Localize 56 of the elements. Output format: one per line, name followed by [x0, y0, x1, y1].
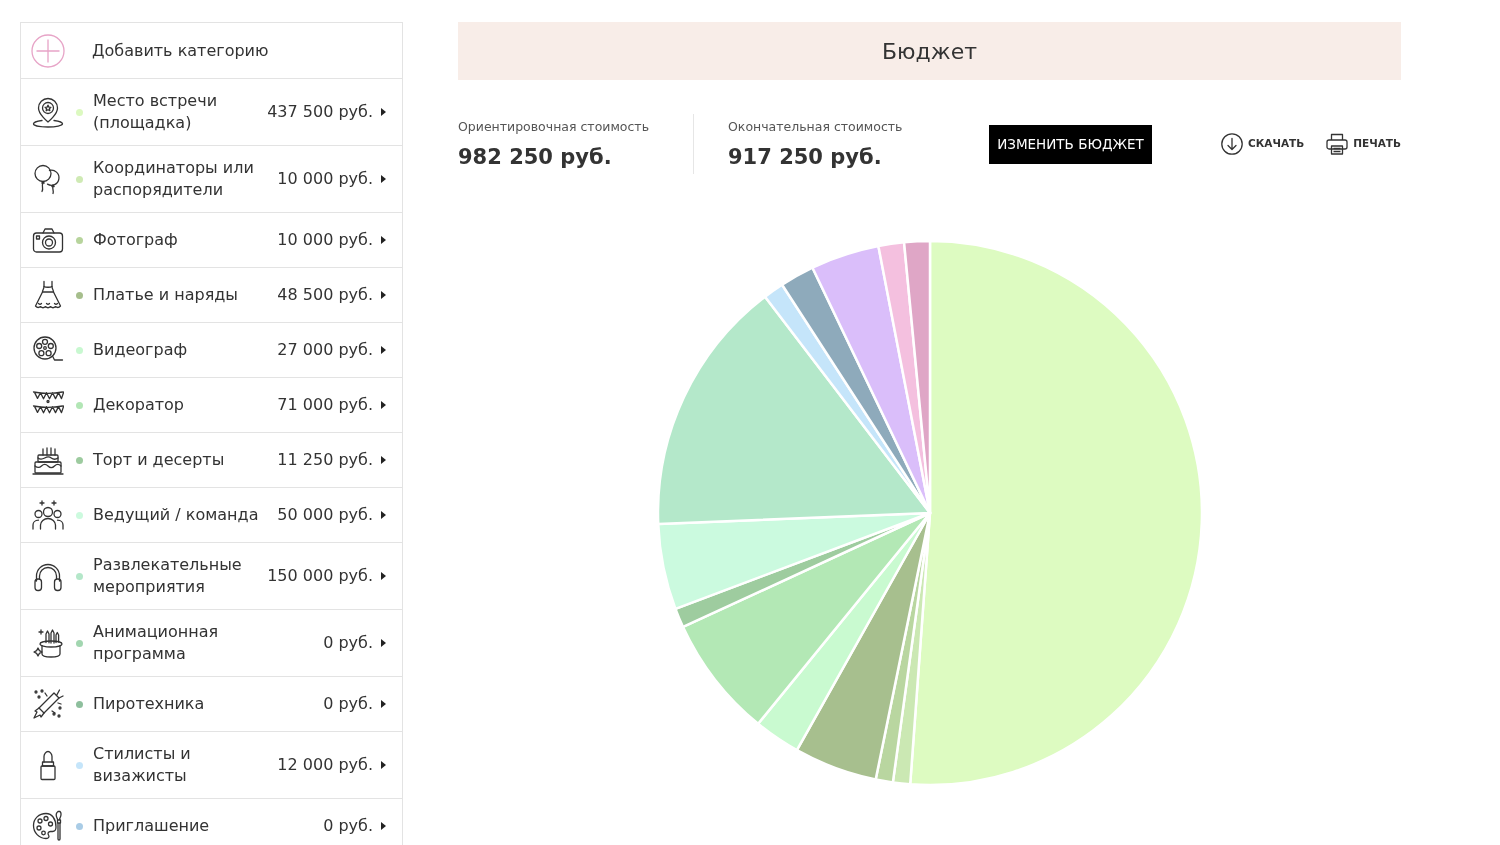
caret-icon	[381, 291, 386, 299]
category-amount: 71 000 руб.	[277, 394, 373, 416]
category-name: Декоратор	[93, 394, 186, 416]
category-amount: 10 000 руб.	[277, 168, 373, 190]
caret-icon	[381, 700, 386, 708]
people-group-icon	[32, 499, 64, 531]
cost-value: 982 250 руб.	[458, 144, 613, 170]
cost-label: Ориентировочная стоимость	[458, 118, 650, 135]
category-name: Место встречи (площадка)	[93, 90, 219, 134]
category-name: Стилисты и визажисты	[93, 743, 192, 787]
download-icon	[1221, 133, 1244, 155]
cost-label: Окончательная стоимость	[728, 118, 904, 135]
caret-icon	[381, 639, 386, 647]
palette-icon	[32, 810, 64, 842]
download-button[interactable]: СКАЧАТЬ	[1221, 133, 1305, 155]
caret-icon	[381, 236, 386, 244]
edit-budget-button[interactable]: ИЗМЕНИТЬ БЮДЖЕТ	[989, 124, 1153, 164]
category-amount: 0 руб.	[323, 815, 373, 837]
category-amount: 0 руб.	[323, 632, 373, 654]
printer-icon	[1326, 133, 1349, 155]
caret-icon	[381, 175, 386, 183]
caret-icon	[381, 108, 386, 116]
category-name: Анимационная программа	[93, 621, 220, 665]
category-amount: 48 500 руб.	[277, 284, 373, 306]
caret-icon	[381, 572, 386, 580]
category-name: Координаторы или распорядители	[93, 157, 255, 201]
caret-icon	[381, 761, 386, 769]
caret-icon	[381, 511, 386, 519]
caret-icon	[381, 456, 386, 464]
cost-value: 917 250 руб.	[728, 144, 883, 170]
category-name: Приглашение	[93, 815, 211, 837]
category-amount: 50 000 руб.	[277, 504, 373, 526]
category-amount: 0 руб.	[323, 693, 373, 715]
category-name: Торт и десерты	[93, 449, 226, 471]
category-amount: 150 000 руб.	[267, 565, 373, 587]
location-pin-icon	[32, 96, 64, 128]
category-amount: 12 000 руб.	[277, 754, 373, 776]
caret-icon	[381, 822, 386, 830]
category-amount: 10 000 руб.	[277, 229, 373, 251]
firework-icon	[32, 688, 64, 720]
page-title: Бюджет	[882, 37, 977, 66]
category-name: Фотограф	[93, 229, 179, 251]
category-name: Пиротехника	[93, 693, 206, 715]
category-amount: 27 000 руб.	[277, 339, 373, 361]
print-button[interactable]: ПЕЧАТЬ	[1326, 133, 1401, 155]
category-name: Видеограф	[93, 339, 189, 361]
magic-hat-icon	[32, 627, 64, 659]
category-amount: 437 500 руб.	[267, 101, 373, 123]
plus-circle-icon	[31, 33, 65, 68]
category-name: Ведущий / команда	[93, 504, 260, 526]
dress-icon	[32, 279, 64, 311]
category-amount: 11 250 руб.	[277, 449, 373, 471]
caret-icon	[381, 346, 386, 354]
category-name: Развлекательные мероприятия	[93, 554, 243, 598]
category-name: Платье и наряды	[93, 284, 239, 306]
caret-icon	[381, 401, 386, 409]
